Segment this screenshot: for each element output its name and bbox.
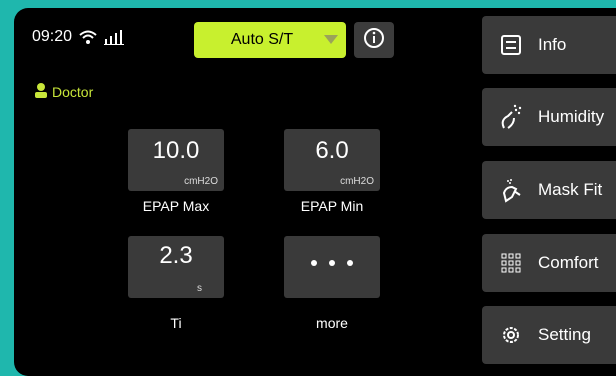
param-ti[interactable]: 2.3 s xyxy=(128,236,224,298)
grid-icon xyxy=(498,250,524,276)
menu-label: Humidity xyxy=(538,107,605,126)
param-unit: cmH2O xyxy=(184,176,218,187)
param-unit: s xyxy=(197,283,202,294)
menu-humidity-button[interactable]: Humidity xyxy=(482,88,616,146)
param-epap-max[interactable]: 10.0 cmH2O xyxy=(128,129,224,191)
more-button[interactable] xyxy=(284,236,380,298)
menu-label: Comfort xyxy=(538,253,599,272)
menu-label: Mask Fit xyxy=(538,180,603,199)
param-value: 6.0 xyxy=(315,137,349,164)
wifi-icon xyxy=(78,29,98,45)
menu-setting-button[interactable]: Setting xyxy=(482,306,616,364)
param-label: EPAP Min xyxy=(300,198,364,214)
signal-icon xyxy=(104,29,125,45)
more-label: more xyxy=(316,315,348,331)
status-bar: 09:20 xyxy=(32,28,125,46)
device-screen: 09:20 Auto S/T Doctor 10.0 cmH2O EPAP Ma… xyxy=(14,8,616,376)
param-epap-min[interactable]: 6.0 cmH2O xyxy=(284,129,380,191)
mode-info-button[interactable] xyxy=(354,22,394,58)
param-unit: cmH2O xyxy=(340,176,374,187)
clock: 09:20 xyxy=(32,28,73,45)
list-icon xyxy=(498,32,524,58)
param-value: 10.0 xyxy=(152,137,200,164)
info-icon xyxy=(363,27,385,54)
mask-icon xyxy=(498,177,524,203)
user-role: Doctor xyxy=(34,82,93,101)
mode-label: Auto S/T xyxy=(230,31,294,48)
more-dots-icon xyxy=(284,260,380,266)
humidity-icon xyxy=(498,104,524,130)
menu-info-button[interactable]: Info xyxy=(482,16,616,74)
menu-comfort-button[interactable]: Comfort xyxy=(482,234,616,292)
param-label: Ti xyxy=(170,315,182,331)
menu-label: Info xyxy=(538,35,567,54)
chevron-down-icon xyxy=(324,35,338,44)
menu-mask-fit-button[interactable]: Mask Fit xyxy=(482,161,616,219)
menu-label: Setting xyxy=(538,325,591,344)
role-label: Doctor xyxy=(52,83,94,100)
param-value: 2.3 xyxy=(159,242,193,269)
doctor-icon xyxy=(34,82,48,101)
gear-icon xyxy=(498,322,524,348)
mode-selector[interactable]: Auto S/T xyxy=(194,22,346,58)
param-label: EPAP Max xyxy=(142,198,210,214)
